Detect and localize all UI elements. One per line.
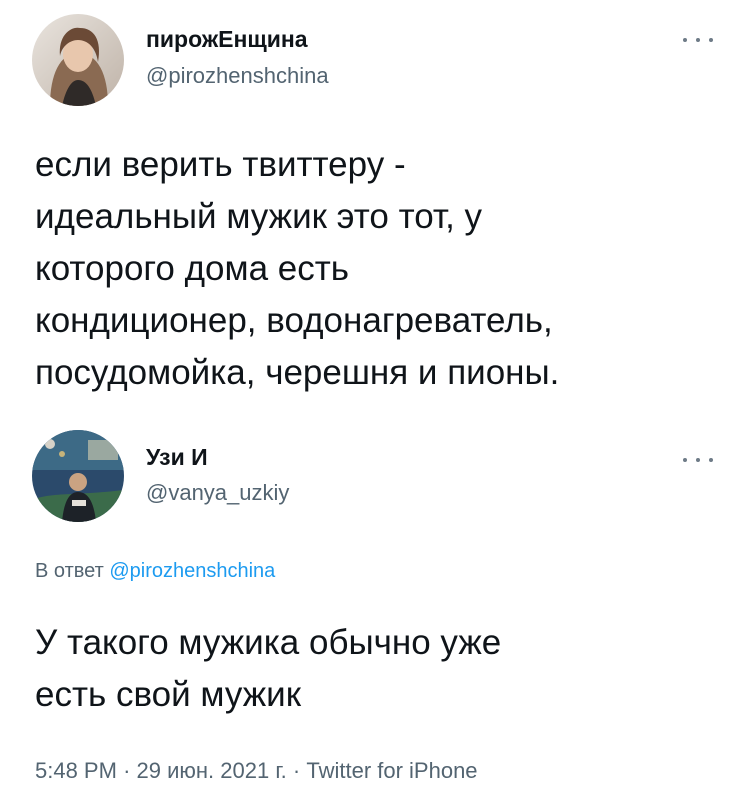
avatar[interactable]: [32, 14, 124, 106]
tweet-meta: 5:48 PM · 29 июн. 2021 г. · Twitter for …: [35, 758, 478, 784]
reply-author-handle[interactable]: @vanya_uzkiy: [146, 480, 289, 506]
author-handle[interactable]: @pirozhenshchina: [146, 63, 329, 89]
reply-prefix: В ответ: [35, 560, 104, 582]
meta-separator: ·: [292, 758, 301, 783]
tweet-text: если верить твиттеру - идеальный мужик э…: [35, 145, 560, 392]
reply-avatar[interactable]: [32, 430, 124, 522]
more-horizontal-icon[interactable]: [683, 452, 713, 468]
avatar-photo-woman-icon: [32, 14, 124, 106]
more-horizontal-icon[interactable]: [683, 32, 713, 48]
reply-text: У такого мужика обычно уже есть свой муж…: [35, 623, 502, 714]
avatar-photo-man-icon: [32, 430, 124, 522]
meta-separator: ·: [123, 758, 131, 783]
reply-context: В ответ @pirozhenshchina: [35, 560, 275, 583]
tweet-date[interactable]: 29 июн. 2021 г.: [137, 758, 287, 783]
reply-author-display-name[interactable]: Узи И: [146, 444, 208, 471]
tweet-source[interactable]: Twitter for iPhone: [306, 758, 477, 783]
tweet-time[interactable]: 5:48 PM: [35, 758, 117, 783]
reply-to-mention[interactable]: @pirozhenshchina: [109, 560, 275, 582]
author-display-name[interactable]: пирожЕнщина: [146, 26, 308, 53]
